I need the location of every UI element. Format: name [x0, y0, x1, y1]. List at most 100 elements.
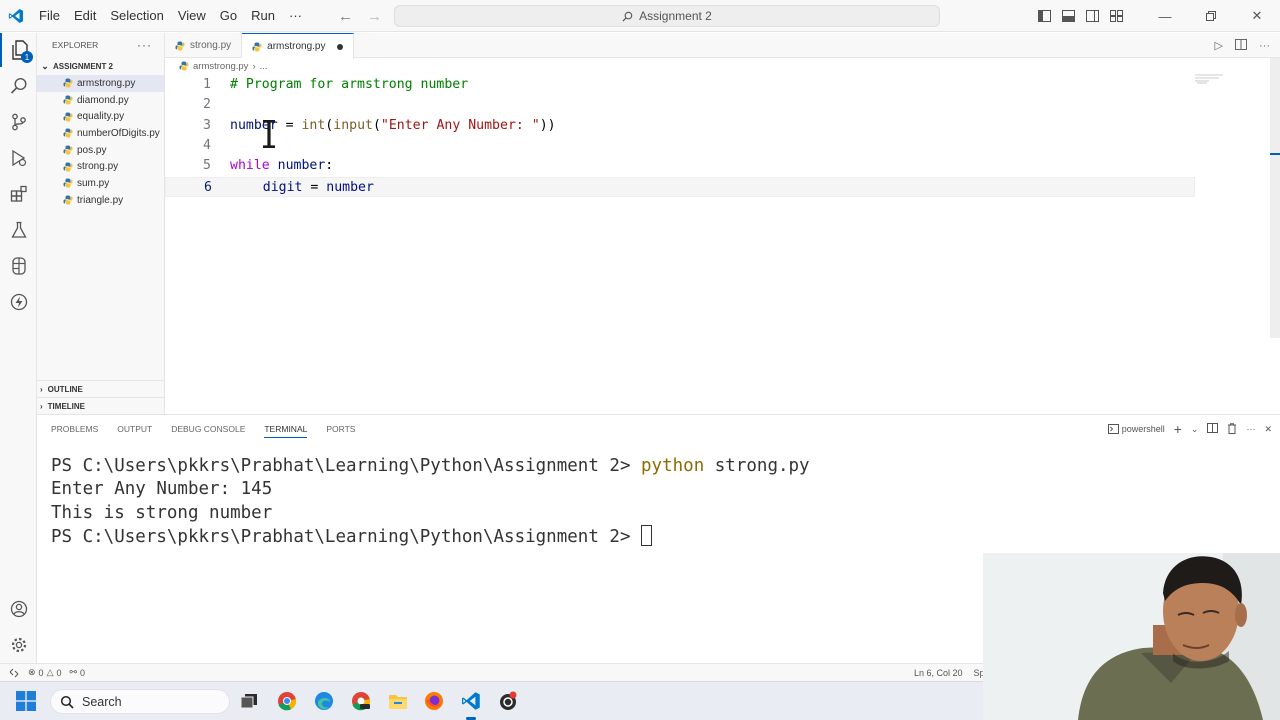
file-item[interactable]: armstrong.py	[37, 75, 164, 92]
run-play-icon[interactable]: ▷	[1215, 39, 1223, 52]
code-token: while	[230, 158, 270, 174]
toggle-sidebar-icon[interactable]	[1032, 0, 1056, 32]
panel-tab-terminal[interactable]: TERMINAL	[264, 424, 308, 438]
task-view-icon[interactable]	[238, 690, 260, 712]
code-line[interactable]: 5 while number:	[165, 156, 1195, 176]
ports-count: 0	[80, 667, 86, 678]
remote-indicator-icon[interactable]	[0, 664, 28, 682]
customize-layout-icon[interactable]	[1104, 0, 1128, 32]
firefox-icon[interactable]	[423, 690, 445, 712]
code-editor[interactable]: 1 # Program for armstrong number 2 3 number …	[165, 74, 1265, 414]
split-terminal-icon[interactable]	[1207, 423, 1219, 435]
menu-item-run[interactable]: Run	[244, 0, 282, 32]
restore-button[interactable]	[1188, 0, 1234, 32]
file-item[interactable]: sum.py	[37, 175, 164, 192]
ports-status[interactable]: ⚯ 0	[70, 667, 86, 678]
trash-icon[interactable]	[1227, 422, 1237, 436]
chrome-icon[interactable]	[276, 690, 298, 712]
menu-item-file[interactable]: File	[32, 0, 67, 32]
close-button[interactable]: ✕	[1234, 0, 1280, 32]
python-file-icon	[63, 162, 73, 172]
menu-item-more[interactable]: ···	[282, 0, 309, 32]
code-line[interactable]: 2	[165, 95, 1195, 115]
search-icon[interactable]	[0, 69, 37, 103]
problems-status[interactable]: ⊗ 0 △ 0	[28, 667, 62, 678]
run-and-debug-icon[interactable]	[0, 141, 37, 175]
lightning-icon[interactable]	[0, 285, 37, 319]
file-item[interactable]: strong.py	[37, 158, 164, 175]
vscode-window: File Edit Selection View Go Run ··· ← → Assign…	[0, 0, 1280, 720]
menu-item-view[interactable]: View	[171, 0, 213, 32]
chrome-dev-icon[interactable]	[350, 690, 372, 712]
timeline-section[interactable]: › TIMELINE	[37, 397, 165, 414]
more-actions-icon[interactable]: ···	[137, 38, 152, 52]
account-icon[interactable]	[0, 592, 37, 626]
figma-icon[interactable]	[0, 249, 37, 283]
split-editor-icon[interactable]	[1235, 38, 1247, 53]
vscode-taskbar-icon[interactable]	[460, 690, 482, 712]
new-terminal-icon[interactable]: +	[1174, 421, 1182, 437]
edge-icon[interactable]	[313, 690, 335, 712]
folder-assignment-2[interactable]: ⌄ ASSIGNMENT 2	[37, 57, 164, 75]
file-item[interactable]: equality.py	[37, 108, 164, 125]
panel-tab-debug-console[interactable]: DEBUG CONSOLE	[171, 424, 245, 434]
toggle-secondary-sidebar-icon[interactable]	[1080, 0, 1104, 32]
forward-arrow-icon[interactable]: →	[367, 8, 382, 25]
extensions-icon[interactable]	[0, 177, 37, 211]
code-token: (	[372, 117, 381, 133]
file-item[interactable]: numberOfDigits.py	[37, 125, 164, 142]
file-explorer-icon[interactable]	[387, 690, 409, 712]
unsaved-dot-icon[interactable]	[336, 43, 343, 50]
source-control-icon[interactable]	[0, 105, 37, 139]
settings-gear-icon[interactable]	[0, 628, 37, 662]
testing-flask-icon[interactable]	[0, 213, 37, 247]
panel-tab-ports[interactable]: PORTS	[326, 424, 355, 434]
file-item-label: armstrong.py	[77, 77, 136, 89]
code-line[interactable]: 6 digit = number	[165, 176, 1195, 197]
code-line[interactable]: 4	[165, 136, 1195, 156]
terminal-shell-selector[interactable]: powershell	[1107, 424, 1165, 434]
cursor-position[interactable]: Ln 6, Col 20	[914, 668, 963, 678]
editor-scrollbar[interactable]	[1270, 58, 1280, 338]
panel-tab-problems[interactable]: PROBLEMS	[51, 424, 98, 434]
minimize-button[interactable]: —	[1142, 0, 1188, 32]
breadcrumb-separator-icon: ›	[252, 60, 256, 72]
more-actions-icon[interactable]: ···	[1246, 424, 1255, 434]
breadcrumb-file[interactable]: armstrong.py	[193, 61, 248, 72]
menu-item-edit[interactable]: Edit	[67, 0, 103, 32]
menu-item-selection[interactable]: Selection	[103, 0, 170, 32]
file-item[interactable]: pos.py	[37, 142, 164, 159]
close-panel-icon[interactable]: ✕	[1264, 424, 1272, 435]
minimap[interactable]	[1195, 74, 1225, 84]
command-center[interactable]: Assignment 2	[394, 5, 940, 27]
file-item[interactable]: triangle.py	[37, 192, 164, 209]
python-file-icon	[179, 61, 189, 71]
panel-tab-output[interactable]: OUTPUT	[117, 424, 152, 434]
obs-icon[interactable]	[497, 690, 519, 712]
scroll-position-marker	[1270, 153, 1280, 155]
code-token: int	[301, 117, 326, 133]
tab-strong-py[interactable]: strong.py	[165, 33, 243, 58]
taskbar-search[interactable]: Search	[50, 689, 230, 714]
terminal-prompt: PS C:\Users\pkkrs\Prabhat\Learning\Pytho…	[51, 456, 642, 476]
back-arrow-icon[interactable]: ←	[338, 8, 353, 25]
code-line[interactable]: 1 # Program for armstrong number	[165, 75, 1195, 95]
code-line[interactable]: 3 number = int(input("Enter Any Number: "…	[165, 116, 1195, 136]
windows-start-icon[interactable]	[16, 691, 36, 711]
tab-armstrong-py[interactable]: armstrong.py	[242, 33, 354, 59]
explorer-icon[interactable]: 1	[0, 33, 37, 67]
terminal-output[interactable]: PS C:\Users\pkkrs\Prabhat\Learning\Pytho…	[51, 455, 810, 549]
more-actions-icon[interactable]: ···	[1259, 40, 1270, 52]
file-item[interactable]: diamond.py	[37, 92, 164, 109]
outline-section[interactable]: › OUTLINE	[37, 380, 165, 397]
chevron-down-icon[interactable]: ⌄	[1191, 424, 1199, 435]
toggle-panel-icon[interactable]	[1056, 0, 1080, 32]
terminal-cursor	[641, 524, 653, 546]
python-file-icon	[63, 112, 73, 122]
file-list: armstrong.py diamond.py equality.py numberO…	[37, 75, 164, 209]
breadcrumb: armstrong.py › ...	[165, 58, 268, 74]
vscode-logo-icon	[0, 0, 32, 32]
breadcrumb-rest[interactable]: ...	[260, 61, 268, 72]
python-file-icon	[63, 178, 73, 188]
menu-item-go[interactable]: Go	[213, 0, 244, 32]
